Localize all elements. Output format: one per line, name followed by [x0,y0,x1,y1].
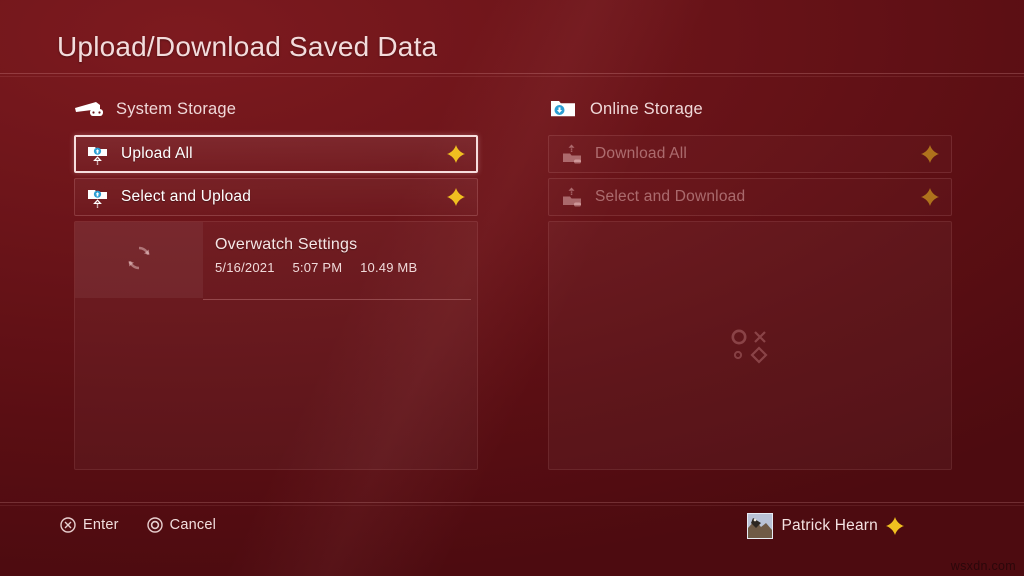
save-data-date: 5/16/2021 [215,260,275,275]
title-divider [0,73,1024,74]
ps-plus-icon [921,188,939,206]
cross-button-icon [60,517,76,533]
download-cloud-icon [559,184,585,210]
select-and-upload-row[interactable]: Select and Upload [74,178,478,216]
hint-cancel-label: Cancel [169,517,217,533]
ps-face-buttons-icon [728,326,772,366]
title-bar: Upload/Download Saved Data [0,0,1024,77]
footer-divider [0,502,1024,503]
system-storage-header: System Storage [74,92,478,126]
select-and-download-row[interactable]: Select and Download [548,178,952,216]
save-data-details: 5/16/2021 5:07 PM 10.49 MB [215,260,477,275]
download-all-row[interactable]: Download All [548,135,952,173]
ps-plus-icon [921,145,939,163]
save-data-title: Overwatch Settings [215,236,358,253]
hint-enter-label: Enter [83,517,119,533]
system-storage-column: System Storage Upload All Select and Upl… [74,92,478,470]
circle-button-icon [146,517,163,533]
button-hints: Enter Cancel [60,517,244,533]
online-storage-column: Online Storage Download All Select and D… [548,92,952,470]
ps-plus-icon [447,145,465,163]
page-title: Upload/Download Saved Data [57,31,438,62]
system-storage-save-list: Overwatch Settings 5/16/2021 5:07 PM 10.… [74,221,478,470]
online-storage-label: Online Storage [590,99,703,118]
site-watermark: wsxdn.com [950,559,1016,573]
save-data-size: 10.49 MB [360,260,418,275]
user-profile[interactable]: Patrick Hearn [746,513,904,539]
user-avatar [746,513,773,539]
select-and-upload-label: Select and Upload [121,188,252,205]
save-data-item[interactable]: Overwatch Settings 5/16/2021 5:07 PM 10.… [75,222,477,300]
upload-all-row[interactable]: Upload All [74,135,478,173]
hint-enter[interactable]: Enter [60,517,119,533]
footer-bar: Enter Cancel Patrick Hearn wsxdn.com [0,506,1024,576]
download-folder-icon [548,97,578,121]
ps-plus-icon [447,188,465,206]
ps4-saved-data-screen: Upload/Download Saved Data System Storag… [0,0,1024,576]
ps4-console-icon [74,97,104,121]
online-storage-header: Online Storage [548,92,952,126]
save-data-divider [203,299,471,300]
upload-folder-icon [85,184,111,210]
upload-folder-icon [85,141,111,167]
select-and-download-label: Select and Download [595,188,746,205]
hint-cancel[interactable]: Cancel [146,517,217,533]
save-data-time: 5:07 PM [292,260,343,275]
user-name: Patrick Hearn [781,517,878,534]
download-cloud-icon [559,141,585,167]
title-divider-secondary [0,76,1024,77]
ps-plus-icon [886,517,904,535]
save-data-meta: Overwatch Settings 5/16/2021 5:07 PM 10.… [203,222,477,300]
sync-icon [124,243,154,278]
upload-all-label: Upload All [121,145,193,162]
online-storage-empty-panel [548,221,952,470]
system-storage-label: System Storage [116,99,237,118]
save-data-thumbnail [75,222,203,298]
download-all-label: Download All [595,145,688,162]
